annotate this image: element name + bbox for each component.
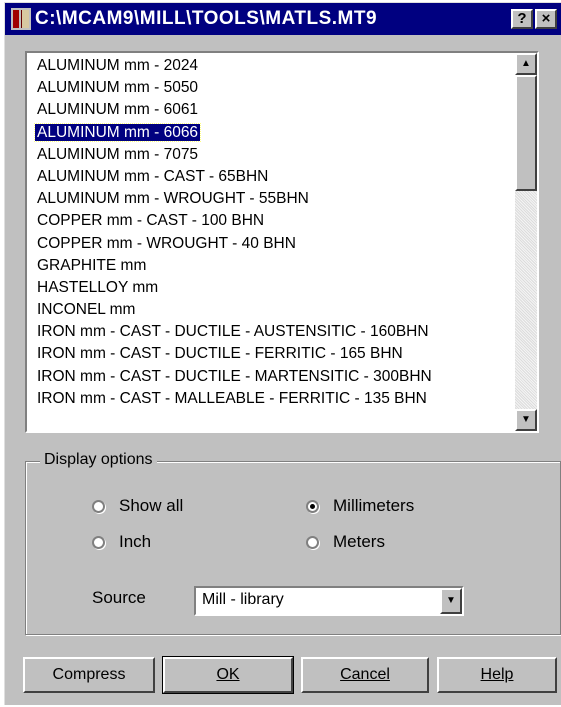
list-item-label: GRAPHITE mm	[37, 256, 147, 274]
chevron-down-icon: ▼	[446, 595, 456, 606]
list-item[interactable]: COPPER mm - CAST - 100 BHN	[31, 210, 517, 232]
scroll-down-icon: ▼	[521, 414, 531, 425]
vertical-scrollbar[interactable]: ▲ ▼	[515, 53, 537, 431]
list-item[interactable]: INCONEL mm	[31, 299, 517, 321]
list-item[interactable]: ALUMINUM mm - CAST - 65BHN	[31, 166, 517, 188]
list-item[interactable]: IRON mm - CAST - DUCTILE - MARTENSITIC -…	[31, 366, 517, 388]
list-item-label: COPPER mm - CAST - 100 BHN	[37, 212, 265, 230]
list-item-label: IRON mm - CAST - DUCTILE - MARTENSITIC -…	[37, 367, 432, 385]
materials-dialog: C:\MCAM9\MILL\TOOLS\MATLS.MT9 ? × ALUMIN…	[4, 2, 561, 705]
scroll-up-button[interactable]: ▲	[515, 53, 537, 75]
list-item[interactable]: ALUMINUM mm - 6066	[31, 122, 517, 144]
millimeters-option[interactable]: Millimeters	[306, 496, 414, 516]
compress-label: Compress	[52, 666, 126, 683]
scroll-down-button[interactable]: ▼	[515, 409, 537, 431]
source-label: Source	[92, 588, 146, 607]
list-item-label: ALUMINUM mm - WROUGHT - 55BHN	[37, 190, 309, 208]
show-all-option[interactable]: Show all	[92, 496, 183, 516]
list-item[interactable]: IRON mm - CAST - DUCTILE - AUSTENSITIC -…	[31, 321, 517, 343]
ok-button[interactable]: OK	[162, 656, 294, 694]
list-item-label: IRON mm - CAST - DUCTILE - AUSTENSITIC -…	[37, 323, 429, 341]
list-item-label: ALUMINUM mm - CAST - 65BHN	[37, 167, 269, 185]
inch-label: Inch	[119, 532, 152, 551]
display-options-legend: Display options	[40, 450, 157, 470]
scroll-up-icon: ▲	[521, 58, 531, 69]
title-bar[interactable]: C:\MCAM9\MILL\TOOLS\MATLS.MT9 ? ×	[5, 3, 561, 35]
list-item[interactable]: ALUMINUM mm - 2024	[31, 55, 517, 77]
list-item-label: HASTELLOY mm	[37, 278, 159, 296]
help-button[interactable]: Help	[437, 657, 557, 693]
meters-label: Meters	[333, 532, 385, 551]
list-item-label: ALUMINUM mm - 7075	[37, 145, 199, 163]
list-item-label: COPPER mm - WROUGHT - 40 BHN	[37, 234, 296, 252]
list-item[interactable]: ALUMINUM mm - 7075	[31, 144, 517, 166]
close-button[interactable]: ×	[535, 9, 557, 29]
list-item-label: ALUMINUM mm - 6061	[37, 101, 199, 119]
meters-option[interactable]: Meters	[306, 532, 385, 552]
list-item[interactable]: GRAPHITE mm	[31, 255, 517, 277]
millimeters-radio[interactable]	[306, 499, 319, 513]
display-options-group: Display options Show all Inch Millimeter…	[25, 450, 561, 635]
show-all-radio[interactable]	[92, 499, 105, 513]
list-item[interactable]: COPPER mm - WROUGHT - 40 BHN	[31, 233, 517, 255]
help-label: Help	[480, 666, 514, 683]
window-title: C:\MCAM9\MILL\TOOLS\MATLS.MT9	[35, 8, 378, 29]
list-item-label: ALUMINUM mm - 2024	[37, 57, 199, 74]
list-item[interactable]: IRON mm - CAST - DUCTILE - FERRITIC - 16…	[31, 343, 517, 365]
ok-label: OK	[216, 666, 240, 683]
list-item-label: IRON mm - CAST - MALLEABLE - FERRITIC - …	[37, 389, 427, 407]
inch-option[interactable]: Inch	[92, 532, 151, 552]
cancel-label: Cancel	[340, 666, 390, 683]
materials-list: ALUMINUM mm - 2024 ALUMINUM mm - 5050 ALUM…	[31, 55, 517, 410]
source-dropdown[interactable]: Mill - library ▼	[194, 586, 464, 616]
list-item[interactable]: ALUMINUM mm - 5050	[31, 77, 517, 99]
help-title-button[interactable]: ?	[511, 9, 533, 29]
source-value: Mill - library	[202, 591, 284, 608]
materials-listbox[interactable]: ALUMINUM mm - 2024 ALUMINUM mm - 5050 ALUM…	[25, 51, 539, 433]
cancel-button[interactable]: Cancel	[301, 657, 429, 693]
show-all-label: Show all	[119, 496, 184, 515]
millimeters-label: Millimeters	[333, 496, 415, 515]
dropdown-arrow-button[interactable]: ▼	[440, 588, 462, 614]
list-item-label: INCONEL mm	[37, 301, 136, 319]
list-item-label: ALUMINUM mm - 6066	[33, 122, 202, 142]
mastercam-icon	[11, 8, 31, 30]
list-item-label: IRON mm - CAST - DUCTILE - FERRITIC - 16…	[37, 345, 403, 363]
list-item-label: ALUMINUM mm - 5050	[37, 79, 199, 97]
list-item[interactable]: ALUMINUM mm - 6061	[31, 99, 517, 121]
inch-radio[interactable]	[92, 535, 105, 549]
scroll-thumb[interactable]	[515, 75, 537, 191]
compress-button[interactable]: Compress	[23, 657, 155, 693]
list-item[interactable]: IRON mm - CAST - MALLEABLE - FERRITIC - …	[31, 388, 517, 410]
meters-radio[interactable]	[306, 535, 319, 549]
list-item[interactable]: ALUMINUM mm - WROUGHT - 55BHN	[31, 188, 517, 210]
list-item[interactable]: HASTELLOY mm	[31, 277, 517, 299]
